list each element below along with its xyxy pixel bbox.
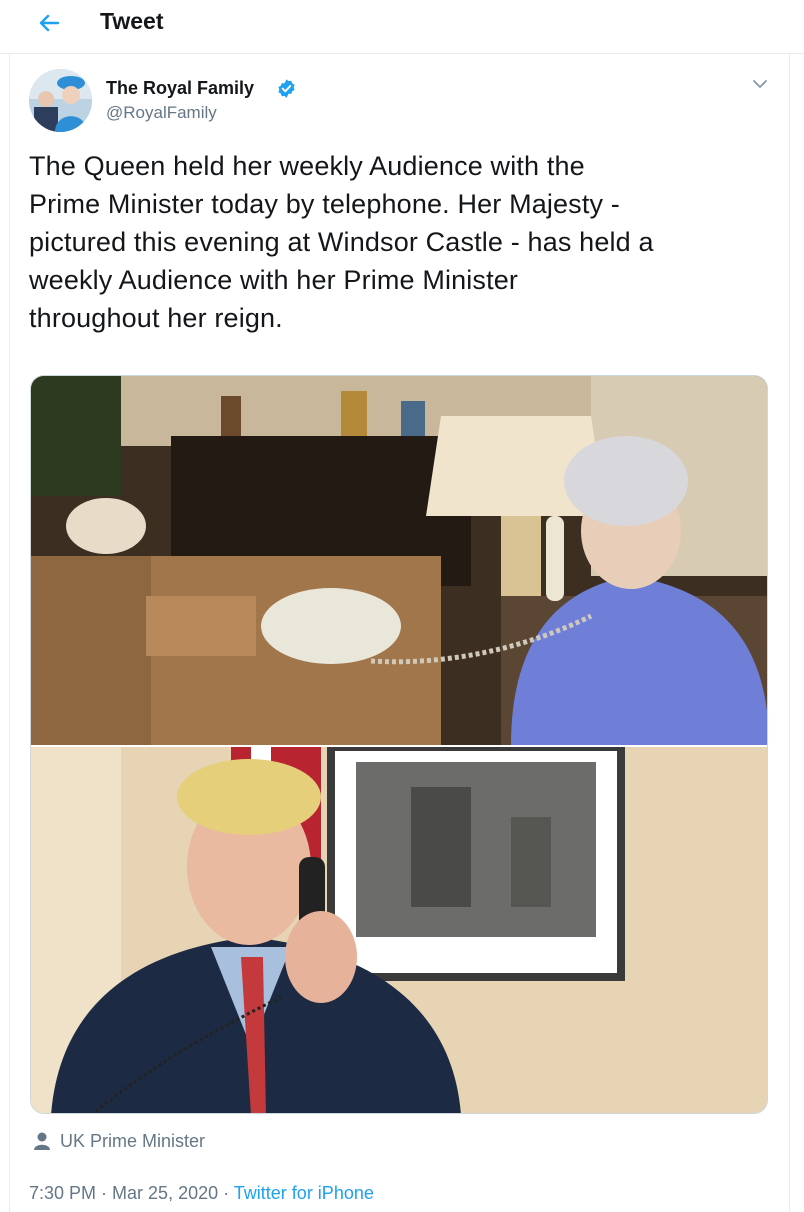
tweet-text-line: The Queen held her weekly Audience with … xyxy=(29,151,585,181)
tweet-text-line: Prime Minister today by telephone. Her M… xyxy=(29,189,620,219)
person-icon xyxy=(34,1132,50,1150)
tweet-text: The Queen held her weekly Audience with … xyxy=(29,147,779,337)
chevron-down-icon[interactable] xyxy=(750,74,770,94)
tweet-meta: 7:30 PM · Mar 25, 2020 · Twitter for iPh… xyxy=(29,1182,374,1204)
header-bar: Tweet xyxy=(0,0,804,54)
location-label[interactable]: UK Prime Minister xyxy=(60,1130,205,1152)
tweet-source-link[interactable]: Twitter for iPhone xyxy=(234,1183,374,1203)
page-title: Tweet xyxy=(100,8,164,34)
back-arrow-icon xyxy=(39,14,60,32)
tweet-time[interactable]: 7:30 PM xyxy=(29,1183,96,1203)
tweet-date[interactable]: Mar 25, 2020 xyxy=(112,1183,218,1203)
back-button[interactable] xyxy=(33,7,65,39)
prime-minister-telephone-photo[interactable] xyxy=(31,747,768,1114)
verified-badge-icon xyxy=(278,79,295,98)
tweet-text-line: pictured this evening at Windsor Castle … xyxy=(29,227,654,257)
tweet-media[interactable] xyxy=(30,375,768,1114)
tweet-text-line: throughout her reign. xyxy=(29,303,283,333)
tweet-text-line: weekly Audience with her Prime Minister xyxy=(29,265,519,295)
meta-separator: · xyxy=(96,1183,113,1203)
avatar-image xyxy=(29,69,92,132)
author-handle[interactable]: @RoyalFamily xyxy=(106,102,217,124)
queen-telephone-photo[interactable] xyxy=(31,376,768,745)
author-display-name[interactable]: The Royal Family xyxy=(106,77,254,99)
meta-separator: · xyxy=(218,1183,234,1203)
avatar[interactable] xyxy=(29,69,92,132)
